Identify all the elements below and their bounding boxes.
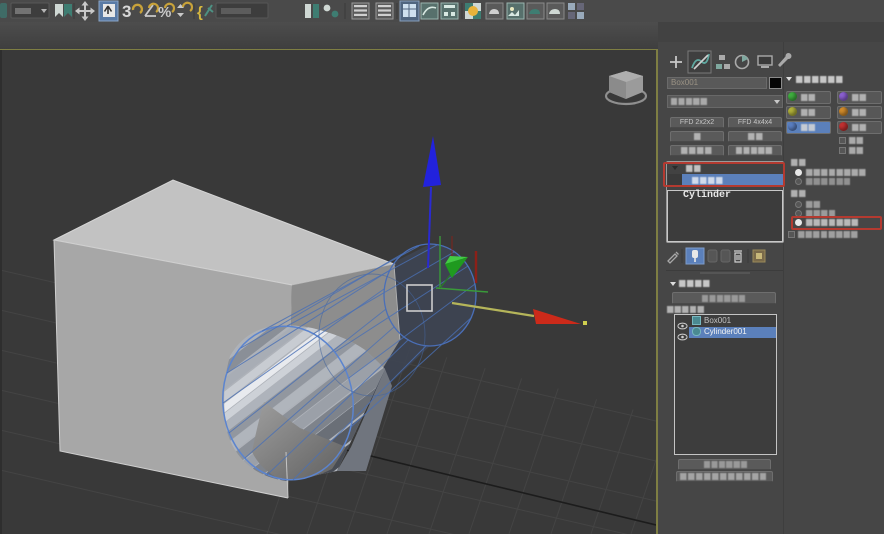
svg-text:3: 3 bbox=[122, 2, 131, 21]
svg-text:{: { bbox=[197, 4, 203, 21]
